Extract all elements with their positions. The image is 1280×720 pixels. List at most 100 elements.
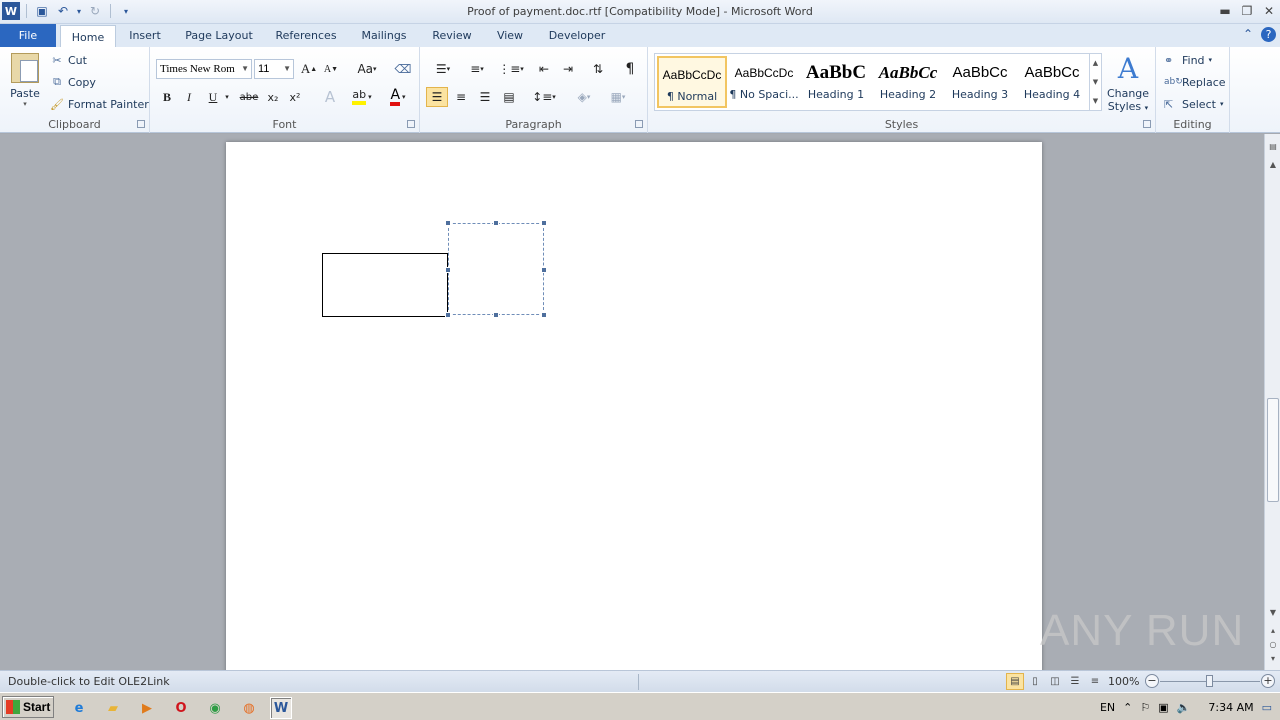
resize-handle[interactable] [493,220,499,226]
font-dialog-launcher-icon[interactable] [407,120,415,128]
tab-mailings[interactable]: Mailings [354,24,414,47]
paragraph-dialog-launcher-icon[interactable] [635,120,643,128]
change-case-button[interactable]: Aa ▾ [354,59,380,79]
previous-page-icon[interactable]: ▴ [1265,624,1280,638]
clock[interactable]: 7:34 AM [1208,701,1253,714]
tab-home[interactable]: Home [60,25,116,48]
replace-button[interactable]: ab↻ Replace [1164,73,1226,91]
font-color-button[interactable]: A ▾ [384,87,412,107]
resize-handle[interactable] [541,220,547,226]
more-styles-icon[interactable]: ▼ [1093,97,1098,105]
outline-icon[interactable]: ☰ [1066,673,1084,690]
tab-view[interactable]: View [490,24,530,47]
resize-handle[interactable] [541,312,547,318]
bold-button[interactable]: B [158,87,176,107]
shading-button[interactable]: ◈ ▾ [570,87,598,107]
style-heading-2[interactable]: AaBbCc Heading 2 [873,56,943,108]
zoom-level[interactable]: 100% [1108,675,1139,688]
paste-button[interactable]: Paste ▾ [6,51,44,115]
ole-object-frame[interactable] [322,253,448,317]
line-spacing-button[interactable]: ↕≡ ▾ [530,87,558,107]
select-button[interactable]: ⇱ Select ▾ [1164,95,1223,113]
align-right-icon[interactable]: ☰ [474,87,496,107]
resize-handle[interactable] [541,267,547,273]
font-size-combo[interactable]: 11 ▼ [254,59,294,79]
volume-icon[interactable]: 🔈 [1177,701,1191,714]
zoom-out-button[interactable]: − [1145,674,1159,688]
align-center-icon[interactable]: ≡ [450,87,472,107]
start-button[interactable]: Start [2,696,54,718]
decrease-indent-icon[interactable]: ⇤ [534,59,554,79]
selected-ole-object[interactable] [445,220,547,318]
clear-formatting-icon[interactable]: ⌫ [394,59,412,79]
zoom-slider-knob[interactable] [1206,675,1213,687]
subscript-button[interactable]: x₂ [264,87,282,107]
style-heading-1[interactable]: AaBbC Heading 1 [801,56,871,108]
format-painter-button[interactable]: 🖌 Format Painter [50,95,149,113]
show-hidden-icons-icon[interactable]: ⌃ [1123,701,1132,714]
print-layout-icon[interactable]: ▤ [1006,673,1024,690]
full-screen-reading-icon[interactable]: ▯ [1026,673,1044,690]
ie-icon[interactable]: e [68,697,90,719]
shrink-font-button[interactable]: A ▼ [322,59,340,79]
tab-file[interactable]: File [0,24,56,47]
minimize-icon[interactable]: ▬ [1214,0,1236,22]
show-desktop-icon[interactable]: ▭ [1262,701,1272,714]
underline-button[interactable]: U [204,87,222,107]
paste-dropdown-icon[interactable]: ▾ [6,100,44,108]
increase-indent-icon[interactable]: ⇥ [558,59,578,79]
web-layout-icon[interactable]: ◫ [1046,673,1064,690]
tab-references[interactable]: References [270,24,342,47]
align-left-icon[interactable]: ☰ [426,87,448,107]
show-formatting-button[interactable]: ¶ [620,59,640,79]
scroll-up-icon[interactable]: ▲ [1093,59,1098,67]
resize-handle[interactable] [445,312,451,318]
tab-insert[interactable]: Insert [122,24,168,47]
chrome-icon[interactable]: ◉ [204,697,226,719]
scroll-up-icon[interactable]: ▲ [1265,158,1280,172]
bullets-button[interactable]: ☰ ▾ [428,59,458,79]
firefox-icon[interactable]: ◍ [238,697,260,719]
resize-handle[interactable] [493,312,499,318]
style-normal[interactable]: AaBbCcDc ¶ Normal [657,56,727,108]
word-taskbar-icon[interactable]: W [270,697,292,719]
resize-handle[interactable] [445,220,451,226]
opera-icon[interactable]: O [170,697,192,719]
scrollbar-thumb[interactable] [1267,398,1279,502]
borders-button[interactable]: ▦ ▾ [604,87,632,107]
multilevel-list-button[interactable]: ⋮≡ ▾ [496,59,526,79]
tab-page-layout[interactable]: Page Layout [180,24,258,47]
tab-review[interactable]: Review [426,24,478,47]
restore-icon[interactable]: ❐ [1236,0,1258,22]
document-page[interactable] [226,142,1042,670]
language-indicator[interactable]: EN [1100,701,1115,714]
resize-handle[interactable] [445,267,451,273]
text-effects-icon[interactable]: A [318,87,342,107]
sort-icon[interactable]: ⇅ [588,59,608,79]
media-player-icon[interactable]: ▶ [136,697,158,719]
vertical-scrollbar[interactable]: ▤ ▲ ▼ ▴ ○ ▾ [1264,134,1280,670]
action-center-flag-icon[interactable]: ⚐ [1140,701,1150,714]
scroll-down-icon[interactable]: ▼ [1265,606,1280,620]
styles-dialog-launcher-icon[interactable] [1143,120,1151,128]
grow-font-button[interactable]: A ▲ [300,59,318,79]
numbering-button[interactable]: ≡ ▾ [462,59,492,79]
ruler-toggle-icon[interactable]: ▤ [1265,140,1280,154]
cut-button[interactable]: ✂ Cut [50,51,87,69]
network-icon[interactable]: ▣ [1158,701,1168,714]
strikethrough-button[interactable]: abe [238,87,260,107]
next-page-icon[interactable]: ▾ [1265,652,1280,666]
underline-dropdown-icon[interactable]: ▾ [222,87,232,107]
tab-developer[interactable]: Developer [542,24,612,47]
find-button[interactable]: ⚭ Find ▾ [1164,51,1212,69]
scroll-down-icon[interactable]: ▼ [1093,78,1098,86]
superscript-button[interactable]: x² [286,87,304,107]
justify-icon[interactable]: ▤ [498,87,520,107]
change-styles-button[interactable]: A Change Styles ▾ [1104,51,1152,113]
copy-button[interactable]: ⧉ Copy [50,73,96,91]
draft-icon[interactable]: ≡ [1086,673,1104,690]
browse-object-icon[interactable]: ○ [1265,638,1280,652]
font-name-combo[interactable]: Times New Rom ▼ [156,59,252,79]
minimize-ribbon-icon[interactable]: ⌃ [1243,27,1253,42]
folder-icon[interactable]: ▰ [102,697,124,719]
